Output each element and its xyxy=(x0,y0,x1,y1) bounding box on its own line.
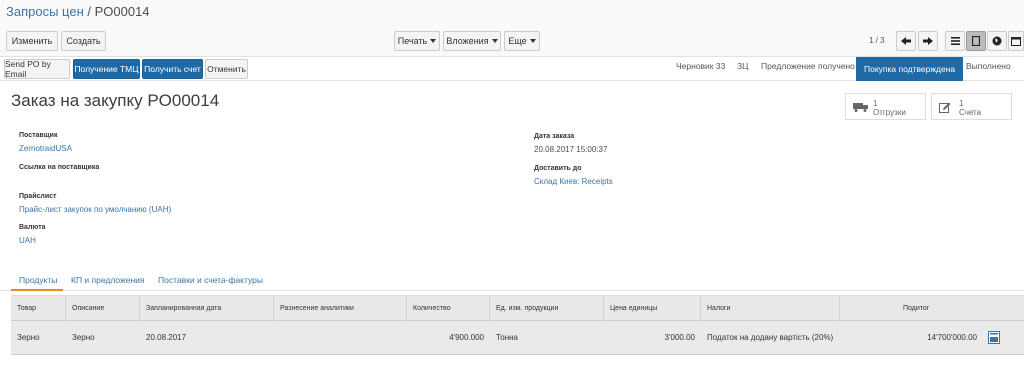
tab-rfq-bids[interactable]: КП и предложения xyxy=(71,275,145,285)
print-label: Печать xyxy=(397,36,428,46)
currency-field[interactable]: UAH xyxy=(19,236,36,245)
cancel-button[interactable]: Отменить xyxy=(205,59,248,79)
globe-icon xyxy=(992,36,1002,46)
stage-purchase-confirmed[interactable]: Покупка подтверждена xyxy=(856,57,964,81)
col-product[interactable]: Товар xyxy=(17,305,36,312)
map-view-button[interactable] xyxy=(987,31,1007,51)
list-view-button[interactable] xyxy=(945,31,965,51)
get-invoice-button[interactable]: Получить счет xyxy=(142,59,203,79)
supplier-ref-label: Ссылка на поставщика xyxy=(19,164,100,171)
attachments-label: Вложения xyxy=(446,36,489,46)
cell-taxes: Податок на додану вартість (20%) xyxy=(707,333,834,342)
col-subtotal[interactable]: Подитог xyxy=(903,305,929,312)
page-title: Заказ на закупку PO00014 xyxy=(11,91,220,110)
list-icon xyxy=(950,37,960,45)
deliver-to-field[interactable]: Склад Киев: Receipts xyxy=(534,177,613,186)
column-divider xyxy=(839,296,840,322)
invoices-smart-button[interactable]: 1 Счета xyxy=(931,93,1012,120)
form-view-button[interactable] xyxy=(966,31,986,51)
invoices-label: Счета xyxy=(959,108,982,117)
shipments-smart-button[interactable]: 1 Отгрузки xyxy=(845,93,926,120)
send-po-email-button[interactable]: Send PO by Email xyxy=(4,59,70,79)
col-analytic-distribution[interactable]: Разнесение аналитики xyxy=(280,305,354,312)
cell-unit-price: 3'000.00 xyxy=(664,333,695,342)
column-divider xyxy=(700,296,701,322)
column-divider xyxy=(65,296,66,322)
breadcrumb: Запросы цен / PO00014 xyxy=(6,4,150,19)
status-bar: Send PO by Email Получение ТМЦ Получить … xyxy=(0,57,1024,81)
supplier-label: Поставщик xyxy=(19,132,58,139)
more-label: Еще xyxy=(508,36,527,46)
col-description[interactable]: Описание xyxy=(72,305,104,312)
column-divider xyxy=(139,296,140,322)
order-date-label: Дата заказа xyxy=(534,133,575,140)
arrow-left-icon xyxy=(901,37,911,45)
stage-done[interactable]: Выполнено xyxy=(966,61,1011,71)
truck-icon xyxy=(853,103,868,112)
shipments-label: Отгрузки xyxy=(873,108,906,117)
cell-subtotal: 14'700'000.00 xyxy=(927,333,977,342)
column-divider xyxy=(489,296,490,322)
col-scheduled-date[interactable]: Запланированная дата xyxy=(146,305,221,312)
column-divider xyxy=(603,296,604,322)
col-uom[interactable]: Ед. изм. продукции xyxy=(496,305,558,312)
order-lines-header: Товар Описание Запланированная дата Разн… xyxy=(11,295,1024,322)
pencil-square-icon xyxy=(939,102,951,113)
tab-deliveries-invoices[interactable]: Поставки и счета-фактуры xyxy=(158,275,263,285)
table-row[interactable]: Зерно Зерно 20.08.2017 4'900.000 Тонна 3… xyxy=(11,321,1024,355)
cell-description: Зерно xyxy=(72,333,95,342)
breadcrumb-parent-link[interactable]: Запросы цен xyxy=(6,4,84,19)
stage-rfq[interactable]: ЗЦ xyxy=(737,61,748,71)
form-icon xyxy=(972,36,980,46)
col-quantity[interactable]: Количество xyxy=(413,305,451,312)
currency-label: Валюта xyxy=(19,224,46,231)
stage-draft[interactable]: Черновик 33 xyxy=(676,61,725,71)
breadcrumb-separator: / xyxy=(83,4,95,19)
order-date-field: 20.08.2017 15:00:37 xyxy=(534,145,608,154)
pricelist-label: Прайслист xyxy=(19,193,57,200)
edit-button[interactable]: Изменить xyxy=(6,31,58,51)
cell-scheduled-date: 20.08.2017 xyxy=(146,333,187,342)
supplier-field[interactable]: ZernotraidUSA xyxy=(19,144,72,153)
cell-quantity: 4'900.000 xyxy=(449,333,484,342)
pager-value[interactable]: 1 / 3 xyxy=(869,36,885,45)
invoices-count: 1 xyxy=(959,99,964,108)
cell-uom: Тонна xyxy=(496,333,518,342)
row-document-button[interactable] xyxy=(988,331,1000,349)
col-taxes[interactable]: Налоги xyxy=(707,305,730,312)
print-dropdown[interactable]: Печать xyxy=(394,31,440,51)
column-divider xyxy=(273,296,274,322)
pager-previous-button[interactable] xyxy=(896,31,916,51)
breadcrumb-current: PO00014 xyxy=(94,4,150,19)
shipments-count: 1 xyxy=(873,99,878,108)
calendar-view-button[interactable] xyxy=(1008,31,1024,51)
col-unit-price[interactable]: Цена единицы xyxy=(610,305,657,312)
pricelist-field[interactable]: Прайс-лист закупок по умолчанию (UAH) xyxy=(19,205,171,214)
calendar-icon xyxy=(1011,37,1021,46)
more-dropdown[interactable]: Еще xyxy=(504,31,540,51)
cell-product: Зерно xyxy=(17,333,40,342)
receive-products-button[interactable]: Получение ТМЦ xyxy=(73,59,140,79)
attachments-dropdown[interactable]: Вложения xyxy=(443,31,501,51)
control-panel: Запросы цен / PO00014 Изменить Создать П… xyxy=(0,0,1024,57)
arrow-right-icon xyxy=(923,37,933,45)
notebook-tabs: Продукты КП и предложения Поставки и сче… xyxy=(0,271,1024,291)
deliver-to-label: Доставить до xyxy=(534,165,582,172)
tab-products[interactable]: Продукты xyxy=(19,275,57,285)
active-tab-indicator xyxy=(11,289,63,291)
pager-next-button[interactable] xyxy=(918,31,938,51)
stage-bid-received[interactable]: Предложение получено xyxy=(761,61,855,71)
document-icon xyxy=(988,331,1000,344)
column-divider xyxy=(406,296,407,322)
create-button[interactable]: Создать xyxy=(61,31,106,51)
